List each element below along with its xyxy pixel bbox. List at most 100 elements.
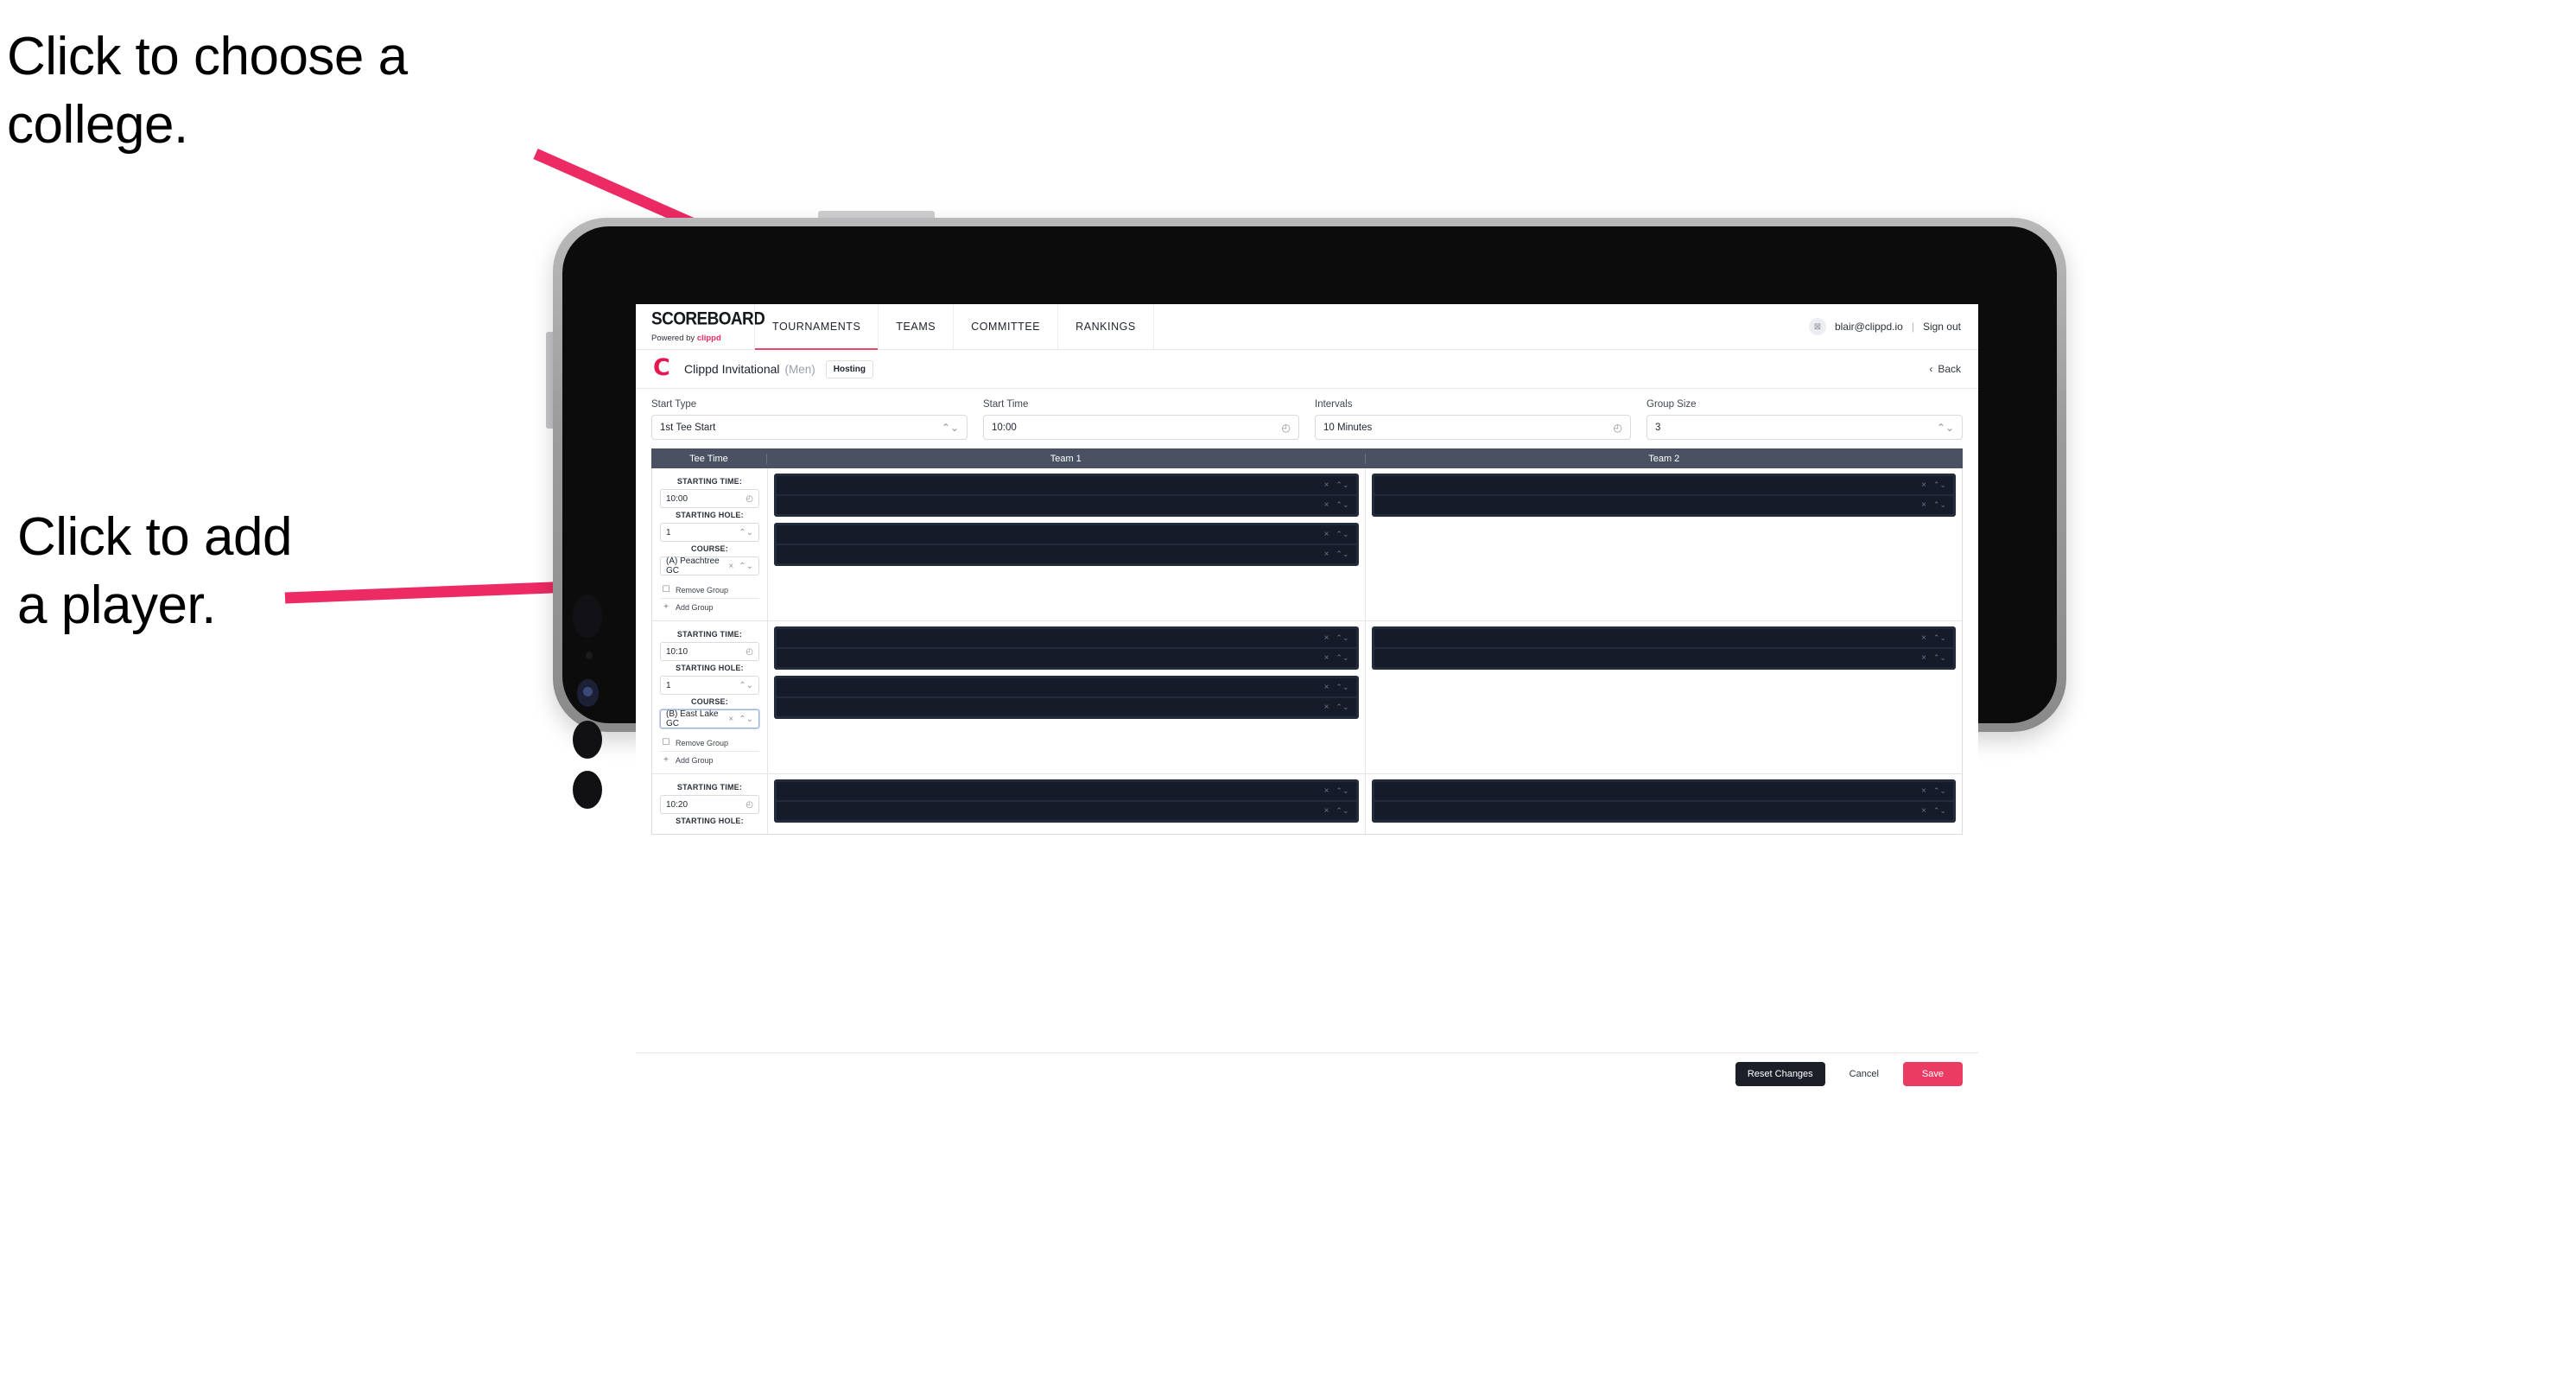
player-slot[interactable]: × ⌃⌄ [1374, 649, 1953, 667]
player-slot[interactable]: × ⌃⌄ [1374, 476, 1953, 494]
player-group: × ⌃⌄ × ⌃⌄ [1371, 474, 1956, 517]
player-slot[interactable]: × ⌃⌄ [1374, 802, 1953, 820]
chevron-updown-icon[interactable]: ⌃⌄ [1336, 786, 1348, 796]
close-icon[interactable]: × [1324, 806, 1329, 816]
close-icon[interactable]: × [1324, 653, 1329, 663]
player-slot[interactable]: × ⌃⌄ [777, 649, 1356, 667]
player-slot[interactable]: × ⌃⌄ [777, 476, 1356, 494]
starting-time-label: STARTING TIME: [676, 630, 743, 639]
player-slot[interactable]: × ⌃⌄ [777, 496, 1356, 514]
add-group-button[interactable]: + Add Group [660, 598, 759, 615]
save-button[interactable]: Save [1902, 1062, 1963, 1086]
close-icon[interactable]: × [1324, 633, 1329, 643]
chevron-updown-icon[interactable]: ⌃⌄ [739, 715, 753, 724]
add-group-button[interactable]: + Add Group [660, 751, 759, 768]
chevron-updown-icon[interactable]: ⌃⌄ [1336, 633, 1348, 643]
starting-time-input-value: 10:00 [666, 493, 688, 504]
player-group: × ⌃⌄ × ⌃⌄ [774, 676, 1359, 719]
course-label: COURSE: [691, 544, 728, 553]
start-type-field: Start Type 1st Tee Start ⌃⌄ [651, 399, 968, 440]
brand-powered-name: clippd [696, 334, 721, 343]
close-icon[interactable]: × [1921, 480, 1926, 490]
player-slot[interactable]: × ⌃⌄ [777, 698, 1356, 716]
cancel-button[interactable]: Cancel [1837, 1062, 1891, 1086]
group-size-stepper[interactable]: 3 ⌃⌄ [1646, 415, 1963, 440]
close-icon[interactable]: × [728, 715, 733, 724]
course-label: COURSE: [691, 697, 728, 706]
brand-title: SCOREBOARD [651, 308, 765, 330]
chevron-updown-icon[interactable]: ⌃⌄ [1933, 500, 1946, 510]
tab-teams[interactable]: TEAMS [879, 304, 955, 349]
close-icon[interactable]: × [1921, 653, 1926, 663]
tab-rankings[interactable]: RANKINGS [1058, 304, 1154, 349]
chevron-updown-icon[interactable]: ⌃⌄ [1336, 480, 1348, 490]
close-icon[interactable]: × [1921, 806, 1926, 816]
player-slot[interactable]: × ⌃⌄ [1374, 629, 1953, 647]
trash-icon: ☐ [662, 738, 670, 747]
chevron-updown-icon[interactable]: ⌃⌄ [739, 562, 753, 571]
chevron-updown-icon[interactable]: ⌃⌄ [1933, 633, 1946, 643]
player-slot[interactable]: × ⌃⌄ [777, 678, 1356, 696]
back-button[interactable]: ‹ Back [1929, 363, 1961, 375]
column-header-tee-time: Tee Time [651, 453, 767, 464]
close-icon[interactable]: × [728, 562, 733, 571]
close-icon[interactable]: × [1324, 480, 1329, 490]
chevron-updown-icon[interactable]: ⌃⌄ [1933, 653, 1946, 663]
clock-icon[interactable]: ◴ [746, 800, 753, 810]
player-slot[interactable]: × ⌃⌄ [777, 802, 1356, 820]
chevron-updown-icon[interactable]: ⌃⌄ [739, 681, 753, 690]
course-select[interactable]: (A) Peachtree GC × ⌃⌄ [660, 556, 759, 575]
chevron-updown-icon[interactable]: ⌃⌄ [1336, 653, 1348, 663]
close-icon[interactable]: × [1921, 500, 1926, 510]
close-icon[interactable]: × [1324, 786, 1329, 796]
player-slot[interactable]: × ⌃⌄ [777, 545, 1356, 563]
chevron-updown-icon[interactable]: ⌃⌄ [1933, 806, 1946, 816]
player-slot[interactable]: × ⌃⌄ [777, 629, 1356, 647]
clock-icon[interactable]: ◴ [746, 647, 753, 657]
intervals-input[interactable]: 10 Minutes ◴ [1315, 415, 1631, 440]
sign-out-link[interactable]: Sign out [1923, 321, 1961, 333]
chevron-updown-icon[interactable]: ⌃⌄ [739, 528, 753, 537]
remove-group-button[interactable]: ☐ Remove Group [660, 582, 759, 598]
course-select[interactable]: (B) East Lake GC × ⌃⌄ [660, 709, 759, 728]
remove-group-button[interactable]: ☐ Remove Group [660, 734, 759, 751]
account-email: blair@clippd.io [1834, 321, 1903, 333]
chevron-updown-icon[interactable]: ⌃⌄ [1336, 550, 1348, 559]
close-icon[interactable]: × [1324, 500, 1329, 510]
trash-icon: ☐ [662, 585, 670, 594]
starting-time-input[interactable]: 10:20 ◴ [660, 795, 759, 814]
starting-time-input[interactable]: 10:00 ◴ [660, 489, 759, 508]
close-icon[interactable]: × [1921, 633, 1926, 643]
clock-icon[interactable]: ◴ [746, 494, 753, 504]
chevron-updown-icon[interactable]: ⌃⌄ [1336, 530, 1348, 539]
start-time-input[interactable]: 10:00 ◴ [983, 415, 1299, 440]
start-type-select[interactable]: 1st Tee Start ⌃⌄ [651, 415, 968, 440]
add-group-button-label: Add Group [676, 755, 714, 765]
starting-hole-stepper[interactable]: 1 ⌃⌄ [660, 676, 759, 695]
plus-icon: + [663, 602, 669, 612]
starting-hole-stepper[interactable]: 1 ⌃⌄ [660, 523, 759, 542]
app-screen: SCOREBOARD Powered by clippd TOURNAMENTS… [636, 304, 1978, 1095]
chevron-updown-icon[interactable]: ⌃⌄ [1336, 703, 1348, 712]
chevron-updown-icon[interactable]: ⌃⌄ [1336, 500, 1348, 510]
chevron-updown-icon[interactable]: ⌃⌄ [1336, 806, 1348, 816]
chevron-updown-icon[interactable]: ⌃⌄ [1933, 480, 1946, 490]
close-icon[interactable]: × [1921, 786, 1926, 796]
avatar[interactable]: ⊠ [1808, 318, 1826, 335]
player-slot[interactable]: × ⌃⌄ [1374, 496, 1953, 514]
close-icon[interactable]: × [1324, 703, 1329, 712]
player-slot[interactable]: × ⌃⌄ [777, 782, 1356, 800]
reset-changes-button[interactable]: Reset Changes [1735, 1062, 1825, 1086]
course-select-value: (B) East Lake GC [666, 709, 719, 728]
player-slot[interactable]: × ⌃⌄ [777, 525, 1356, 544]
chevron-updown-icon[interactable]: ⌃⌄ [1336, 683, 1348, 692]
close-icon[interactable]: × [1324, 683, 1329, 692]
player-slot[interactable]: × ⌃⌄ [1374, 782, 1953, 800]
close-icon[interactable]: × [1324, 530, 1329, 539]
chevron-updown-icon[interactable]: ⌃⌄ [1933, 786, 1946, 796]
tab-committee[interactable]: COMMITTEE [954, 304, 1059, 349]
microphone-icon [573, 771, 602, 809]
starting-time-input[interactable]: 10:10 ◴ [660, 642, 759, 661]
tab-tournaments[interactable]: TOURNAMENTS [754, 304, 879, 350]
close-icon[interactable]: × [1324, 550, 1329, 559]
